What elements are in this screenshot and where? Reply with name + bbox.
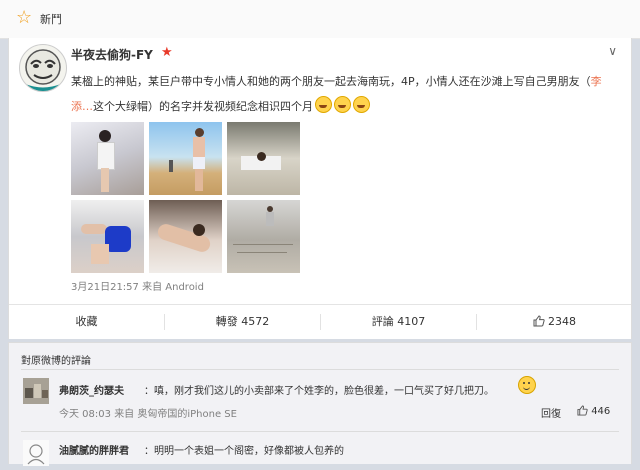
- post-photo[interactable]: [227, 122, 300, 195]
- comment-source: 来自 奥匈帝国的iPhone SE: [114, 409, 237, 420]
- photo-grid: [71, 122, 303, 273]
- repost-count: 4572: [241, 315, 270, 328]
- star-icon[interactable]: ☆: [16, 9, 34, 27]
- comment-button[interactable]: 評論 4107: [321, 305, 476, 339]
- laugh-emoji-icon: [353, 96, 370, 113]
- post-meta: 3月21日21:57 来自 Android: [71, 278, 204, 293]
- comments-header: 對原微博的評論: [21, 356, 91, 367]
- favorite-button[interactable]: 收藏: [9, 305, 164, 339]
- commenter-name[interactable]: 油腻腻的胖胖君: [59, 442, 129, 457]
- divider: [21, 431, 619, 432]
- commenter-avatar[interactable]: [23, 378, 49, 404]
- comment-time: 今天 08:03: [59, 409, 111, 420]
- vip-badge-icon: ★: [161, 45, 173, 60]
- laugh-emoji-icon: [315, 96, 332, 113]
- like-button[interactable]: 2348: [477, 305, 632, 339]
- commenter-avatar[interactable]: [23, 440, 49, 466]
- repost-label: 轉發: [215, 315, 238, 328]
- comment-meta: 今天 08:03 来自 奥匈帝国的iPhone SE: [59, 405, 237, 420]
- page-title: 新鬥: [40, 13, 62, 26]
- comment-label: 評論: [371, 315, 394, 328]
- reply-button[interactable]: 回復: [541, 405, 561, 420]
- comments-section: 對原微博的評論 弗朗茨_约瑟夫 ：嗔，刚才我们这儿的小卖部来了个姓李的，脸色很差…: [8, 342, 632, 466]
- post-time[interactable]: 3月21日21:57: [71, 282, 139, 293]
- weibo-post-card: 半夜去偷狗-FY ★ ∨ 某楹上的神贴，某巨户带中专小情人和她的两个朋友一起去海…: [8, 38, 632, 339]
- post-author[interactable]: 半夜去偷狗-FY: [71, 46, 153, 63]
- top-bar: ☆ 新鬥: [0, 0, 640, 39]
- comment-text: ：嗔，刚才我们这儿的小卖部来了个姓李的，脸色很差，一口气买了好几把刀。: [144, 386, 494, 397]
- comment-like-button[interactable]: 446: [577, 405, 610, 417]
- like-count: 2348: [548, 315, 576, 328]
- thumbs-up-icon: [533, 315, 545, 327]
- comment-text: ：明明一个表姐一个阁密，好像都被人包养的: [144, 446, 344, 457]
- thumbs-up-icon: [577, 405, 588, 416]
- action-bar: 收藏 轉發 4572 評論 4107 2348: [9, 304, 631, 339]
- post-photo[interactable]: [71, 200, 144, 273]
- post-text: 某楹上的神贴，某巨户带中专小情人和她的两个朋友一起去海南玩，4P，小情人还在沙滩…: [71, 75, 602, 113]
- repost-button[interactable]: 轉發 4572: [165, 305, 320, 339]
- favorite-label: 收藏: [75, 315, 98, 328]
- laugh-emoji-icon: [334, 96, 351, 113]
- smile-emoji-icon: [518, 376, 536, 394]
- chevron-down-icon[interactable]: ∨: [608, 44, 617, 58]
- divider: [21, 369, 619, 370]
- post-photo[interactable]: [149, 200, 222, 273]
- post-source: 来自 Android: [142, 282, 204, 293]
- comment-count: 4107: [397, 315, 426, 328]
- avatar[interactable]: [19, 44, 67, 92]
- post-photo[interactable]: [149, 122, 222, 195]
- post-photo[interactable]: [71, 122, 144, 195]
- comment-like-count: 446: [591, 406, 611, 417]
- commenter-name[interactable]: 弗朗茨_约瑟夫: [59, 382, 124, 397]
- post-photo[interactable]: [227, 200, 300, 273]
